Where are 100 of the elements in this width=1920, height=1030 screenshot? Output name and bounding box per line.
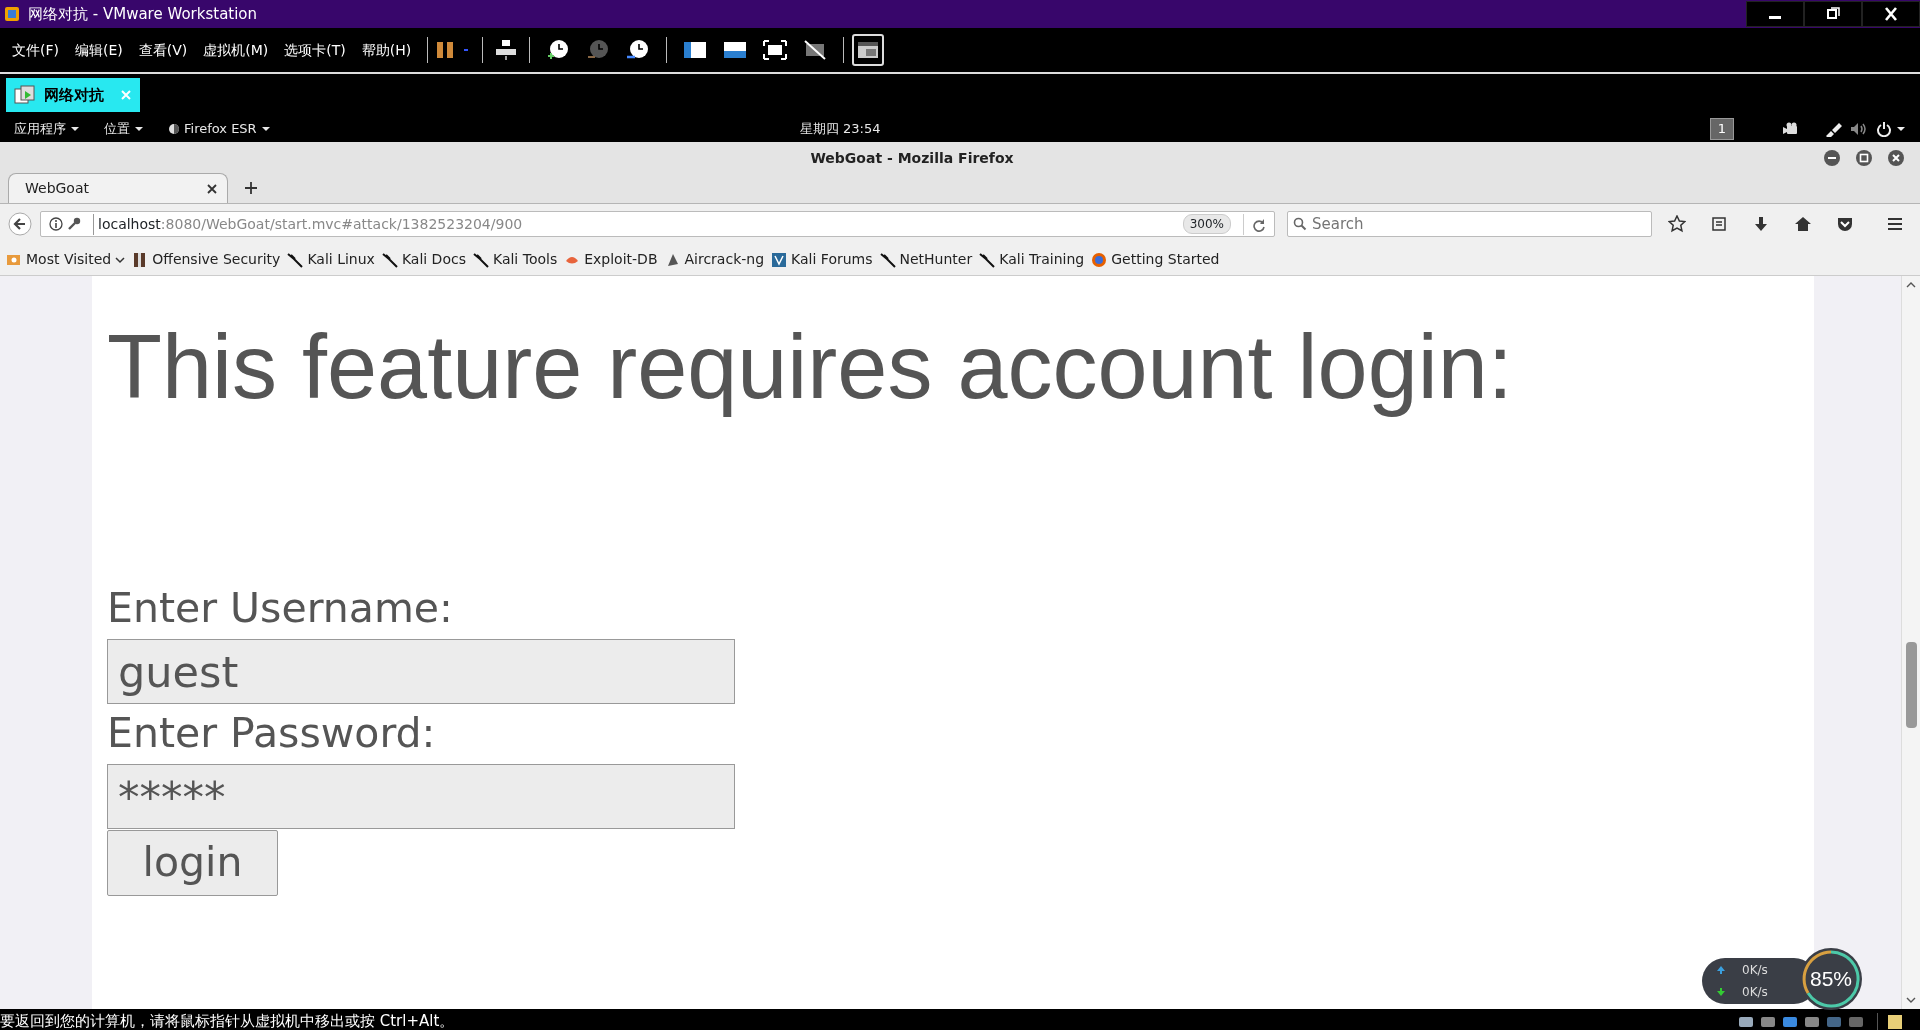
zoom-reset-button[interactable]: 300%	[1182, 214, 1231, 234]
scroll-down-icon[interactable]	[1906, 995, 1916, 1005]
url-field[interactable]: localhost:8080/WebGoat/start.mvc#attack/1382523204/900	[93, 213, 1179, 235]
snapshot-icon[interactable]	[546, 38, 571, 62]
vm-tab[interactable]: 网络对抗	[6, 78, 140, 112]
upload-speed: 0K/s	[1742, 962, 1768, 979]
menu-item[interactable]: 选项卡(T)	[276, 39, 354, 61]
back-icon[interactable]	[8, 212, 32, 236]
bookmark-link[interactable]: Aircrack-ng	[664, 249, 765, 270]
unity-icon[interactable]	[803, 40, 828, 60]
caret-icon	[260, 124, 271, 134]
username-field[interactable]: guest	[107, 639, 735, 704]
bookmark-label: Aircrack-ng	[684, 250, 765, 269]
reload-button[interactable]	[1243, 213, 1266, 235]
bookmark-label: Most Visited	[26, 250, 112, 269]
bookmark-label: Kali Linux	[307, 250, 375, 269]
restore-button[interactable]	[1804, 1, 1862, 27]
bookmark-label: Kali Docs	[401, 250, 466, 269]
login-button[interactable]: login	[107, 830, 278, 896]
caret-icon	[115, 254, 126, 265]
window-title: 网络对抗 - VMware Workstation	[28, 3, 259, 25]
bookmark-link[interactable]: Kali Docs	[381, 249, 466, 270]
console-view-icon[interactable]	[723, 40, 748, 60]
minimize-button[interactable]	[1746, 1, 1804, 27]
reading-list-icon[interactable]	[1710, 215, 1728, 233]
search-icon	[1293, 217, 1307, 231]
page-heading: This feature requires account login:	[107, 318, 1514, 417]
usage-percent: 85%	[1810, 966, 1852, 992]
close-icon[interactable]	[207, 183, 217, 194]
minimize-button[interactable]	[1824, 150, 1840, 166]
bookmark-link[interactable]: Offensive Security	[132, 249, 281, 270]
tab-label: WebGoat	[25, 179, 90, 198]
bookmark-star-icon[interactable]	[1668, 215, 1686, 233]
browser-tab[interactable]: WebGoat	[8, 173, 228, 203]
reload-icon	[1252, 217, 1266, 232]
password-field[interactable]: *****	[107, 764, 735, 829]
info-icon[interactable]	[49, 217, 63, 231]
app-icon	[4, 6, 20, 22]
menu-item[interactable]: 文件(F)	[4, 39, 67, 61]
volume-icon[interactable]	[1850, 121, 1868, 137]
password-label: Enter Password:	[107, 708, 437, 759]
new-tab-icon[interactable]	[244, 181, 258, 195]
menu-item[interactable]: 查看(V)	[130, 39, 196, 61]
workspace-indicator[interactable]: 1	[1709, 118, 1734, 140]
pen-icon[interactable]	[1824, 121, 1842, 137]
window-icon	[857, 40, 880, 60]
menu-label: 位置	[104, 120, 130, 139]
tab-label: 网络对抗	[44, 84, 104, 106]
bookmark-link[interactable]: Kali Tools	[472, 249, 558, 270]
menu-label: Firefox ESR	[184, 120, 257, 139]
applications-menu[interactable]: 应用程序	[14, 119, 80, 139]
bookmark-link[interactable]: NetHunter	[879, 249, 973, 270]
bookmark-link[interactable]: Kali Linux	[287, 249, 375, 270]
menu-item[interactable]: 编辑(E)	[67, 39, 131, 61]
caret-icon[interactable]	[1896, 124, 1906, 134]
pause-icon[interactable]	[436, 40, 455, 60]
clock[interactable]: 星期四 23:54	[799, 121, 881, 137]
upload-arrow-icon	[1716, 965, 1726, 975]
scroll-up-icon[interactable]	[1906, 280, 1916, 290]
menu-icon[interactable]	[1886, 215, 1904, 233]
key-icon[interactable]	[67, 217, 81, 231]
bookmark-link[interactable]: Getting Started	[1091, 249, 1220, 270]
download-speed: 0K/s	[1742, 984, 1768, 1001]
firefox-icon	[1091, 251, 1108, 268]
forum-icon	[771, 251, 788, 268]
search-field[interactable]: Search	[1287, 211, 1652, 237]
dropdown-icon[interactable]	[462, 46, 471, 54]
power-icon[interactable]	[1876, 121, 1892, 137]
app-menu[interactable]: Firefox ESR	[168, 119, 271, 139]
minimize-icon	[1769, 15, 1781, 19]
scrollbar-thumb[interactable]	[1905, 642, 1917, 728]
vm-icon	[14, 84, 36, 106]
sidebar-view-icon[interactable]	[683, 40, 708, 60]
download-icon[interactable]	[1752, 215, 1770, 233]
bookmark-link[interactable]: Exploit-DB	[564, 249, 658, 270]
menu-item[interactable]: 帮助(H)	[353, 39, 420, 61]
fullscreen-icon[interactable]	[763, 40, 788, 60]
camera-icon[interactable]	[1782, 122, 1800, 136]
bookmark-link[interactable]: Most Visited	[6, 249, 126, 270]
note-icon[interactable]	[1886, 1013, 1904, 1030]
download-arrow-icon	[1716, 987, 1726, 997]
home-icon[interactable]	[1794, 215, 1812, 233]
firefox-icon	[168, 123, 180, 135]
bookmark-link[interactable]: Kali Forums	[771, 249, 873, 270]
bookmark-label: Kali Tools	[492, 250, 558, 269]
close-icon	[1882, 5, 1900, 23]
pocket-icon[interactable]	[1836, 215, 1854, 233]
bookmark-label: Getting Started	[1111, 250, 1220, 269]
menu-item[interactable]: 虚拟机(M)	[195, 39, 277, 61]
username-label: Enter Username:	[107, 583, 454, 634]
maximize-button[interactable]	[1856, 150, 1872, 166]
caret-icon	[134, 124, 144, 134]
close-button[interactable]	[1862, 1, 1920, 27]
places-menu[interactable]: 位置	[104, 119, 144, 139]
close-button[interactable]	[1888, 150, 1904, 166]
bookmark-link[interactable]: Kali Training	[979, 249, 1085, 270]
library-button[interactable]	[852, 34, 885, 66]
caret-icon	[70, 124, 80, 134]
bookmark-label: Exploit-DB	[584, 250, 658, 269]
bookmark-label: Kali Forums	[791, 250, 873, 269]
